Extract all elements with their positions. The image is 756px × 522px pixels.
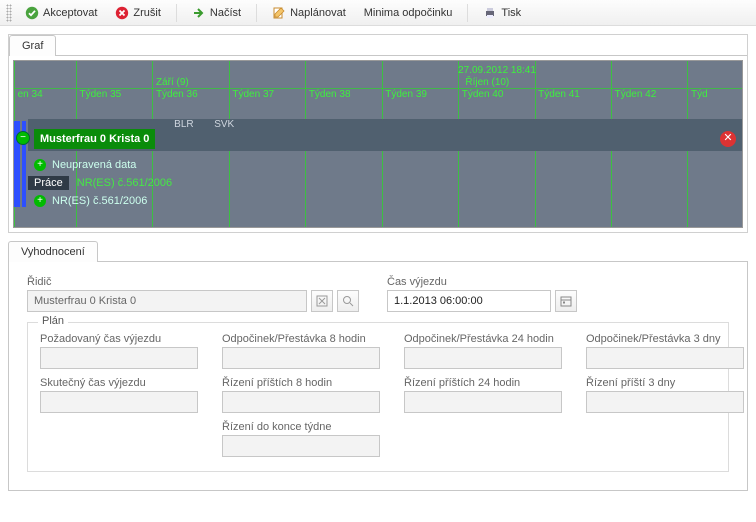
tab-graph[interactable]: Graf bbox=[9, 35, 56, 56]
print-label: Tisk bbox=[501, 7, 521, 19]
row-work[interactable]: Práce NR(ES) č.561/2006 bbox=[28, 175, 172, 191]
field-label: Skutečný čas výjezdu bbox=[40, 377, 204, 389]
row-label: NR(ES) č.561/2006 bbox=[52, 195, 147, 207]
collapse-icon[interactable]: − bbox=[16, 131, 30, 145]
rest-8h-input[interactable] bbox=[222, 347, 380, 369]
edit-icon bbox=[272, 6, 286, 20]
cancel-button[interactable]: Zrušit bbox=[108, 3, 168, 23]
field-label: Odpočinek/Přestávka 24 hodin bbox=[404, 333, 568, 345]
minima-button[interactable]: Minima odpočinku bbox=[357, 4, 460, 22]
expand-icon[interactable]: + bbox=[34, 195, 46, 207]
calendar-button[interactable] bbox=[555, 290, 577, 312]
load-label: Načíst bbox=[210, 7, 241, 19]
week-label: Týden 42 bbox=[615, 89, 657, 100]
search-icon bbox=[342, 295, 354, 307]
graph-panel: Graf 27.09.2012 18:41 Září (9) Říjen (10… bbox=[8, 34, 748, 233]
timestamp-label: 27.09.2012 18:41 bbox=[458, 65, 536, 76]
lookup-button[interactable] bbox=[337, 290, 359, 312]
rest-3d-input[interactable] bbox=[586, 347, 744, 369]
check-icon bbox=[25, 6, 39, 20]
accept-label: Akceptovat bbox=[43, 7, 97, 19]
week-label: Týden 38 bbox=[309, 89, 351, 100]
toolbar-separator bbox=[176, 4, 177, 22]
plan-button[interactable]: Naplánovat bbox=[265, 3, 353, 23]
week-label: Týden 35 bbox=[80, 89, 122, 100]
departure-time-label: Čas výjezdu bbox=[387, 276, 577, 288]
week-label: Týden 37 bbox=[232, 89, 274, 100]
country-flag-label: SVK bbox=[214, 119, 234, 131]
country-flag-label: BLR bbox=[174, 119, 193, 131]
print-icon bbox=[483, 6, 497, 20]
field-label: Odpočinek/Přestávka 8 hodin bbox=[222, 333, 386, 345]
field-label: Řízení příštích 24 hodin bbox=[404, 377, 568, 389]
clear-icon bbox=[316, 295, 328, 307]
load-button[interactable]: Načíst bbox=[185, 3, 248, 23]
week-label: Týden 40 bbox=[462, 89, 504, 100]
field-label: Požadovaný čas výjezdu bbox=[40, 333, 204, 345]
week-labels: en 34 Týden 35 Týden 36 Týden 37 Týden 3… bbox=[14, 89, 742, 103]
field-label: Řízení příštích 8 hodin bbox=[222, 377, 386, 389]
drive-end-of-week-input[interactable] bbox=[222, 435, 380, 457]
arrow-right-icon bbox=[192, 6, 206, 20]
driver-input[interactable] bbox=[27, 290, 307, 312]
week-label: en 34 bbox=[18, 89, 43, 100]
rest-24h-input[interactable] bbox=[404, 347, 562, 369]
month-label-sept: Září (9) bbox=[156, 77, 189, 88]
drive-8h-input[interactable] bbox=[222, 391, 380, 413]
departure-time-input[interactable] bbox=[387, 290, 551, 312]
evaluation-panel: Vyhodnocení Řidič Čas výjezdu bbox=[8, 241, 748, 491]
row-regulation[interactable]: + NR(ES) č.561/2006 bbox=[34, 193, 147, 209]
field-label: Řízení do konce týdne bbox=[222, 421, 386, 433]
month-label-oct: Říjen (10) bbox=[465, 77, 509, 88]
plan-group: Plán Požadovaný čas výjezdu Odpočinek/Př… bbox=[27, 322, 729, 472]
toolbar: Akceptovat Zrušit Načíst Naplánovat Mini… bbox=[0, 0, 756, 26]
drive-24h-input[interactable] bbox=[404, 391, 562, 413]
expand-icon[interactable]: + bbox=[34, 159, 46, 171]
close-icon[interactable]: ✕ bbox=[720, 131, 736, 147]
field-label: Odpočinek/Přestávka 3 dny bbox=[586, 333, 750, 345]
actual-departure-input[interactable] bbox=[40, 391, 198, 413]
driver-field-label: Řidič bbox=[27, 276, 359, 288]
work-badge: Práce bbox=[28, 176, 69, 190]
tab-evaluation[interactable]: Vyhodnocení bbox=[8, 241, 98, 262]
minima-label: Minima odpočinku bbox=[364, 7, 453, 19]
week-label: Týden 41 bbox=[538, 89, 580, 100]
plan-legend: Plán bbox=[38, 315, 68, 327]
week-label: Týden 39 bbox=[385, 89, 427, 100]
requested-departure-input[interactable] bbox=[40, 347, 198, 369]
driver-name-badge: Musterfrau 0 Krista 0 bbox=[34, 129, 155, 149]
timeline-graph[interactable]: 27.09.2012 18:41 Září (9) Říjen (10) en … bbox=[13, 60, 743, 228]
calendar-icon bbox=[560, 295, 572, 307]
field-label: Řízení příští 3 dny bbox=[586, 377, 750, 389]
week-label: Týd bbox=[691, 89, 708, 100]
cancel-label: Zrušit bbox=[133, 7, 161, 19]
row-label: Neupravená data bbox=[52, 159, 136, 171]
plan-label: Naplánovat bbox=[290, 7, 346, 19]
row-unedited[interactable]: + Neupravená data bbox=[34, 157, 136, 173]
week-label: Týden 36 bbox=[156, 89, 198, 100]
clear-button[interactable] bbox=[311, 290, 333, 312]
accept-button[interactable]: Akceptovat bbox=[18, 3, 104, 23]
drive-3d-input[interactable] bbox=[586, 391, 744, 413]
toolbar-separator bbox=[256, 4, 257, 22]
cancel-icon bbox=[115, 6, 129, 20]
print-button[interactable]: Tisk bbox=[476, 3, 528, 23]
regulation-text: NR(ES) č.561/2006 bbox=[77, 177, 172, 189]
toolbar-grip bbox=[6, 4, 12, 22]
toolbar-separator bbox=[467, 4, 468, 22]
